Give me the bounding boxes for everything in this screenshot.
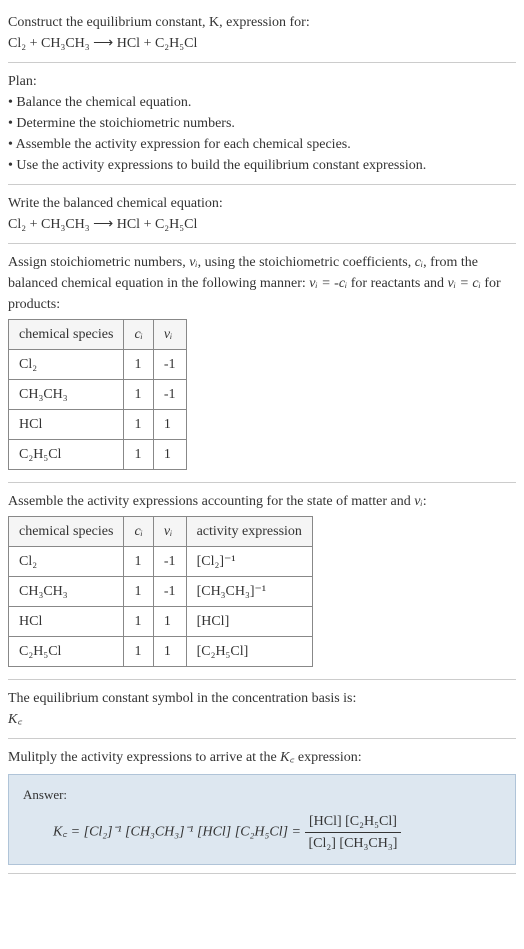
stoich-h3: νᵢ	[153, 320, 186, 350]
plan-item-2: • Determine the stoichiometric numbers.	[8, 113, 516, 134]
species-cell: C₂H₅Cl	[9, 637, 124, 667]
activity-title-nu: νᵢ	[414, 494, 422, 509]
c-cell: 1	[124, 547, 153, 577]
species-cell: CH₃CH₃	[9, 380, 124, 410]
table-row: C₂H₅Cl 1 1 [C₂H₅Cl]	[9, 637, 313, 667]
fraction-numerator: [HCl] [C₂H₅Cl]	[305, 811, 402, 833]
c-cell: 1	[124, 637, 153, 667]
nu-i: νᵢ	[189, 255, 197, 270]
table-row: CH₃CH₃ 1 -1	[9, 380, 187, 410]
prompt-line1: Construct the equilibrium constant, K, e…	[8, 12, 516, 33]
nu-cell: -1	[153, 380, 186, 410]
stoich-intro-pre: Assign stoichiometric numbers,	[8, 255, 189, 270]
c-cell: 1	[124, 350, 153, 380]
stoich-h2: cᵢ	[124, 320, 153, 350]
answer-label: Answer:	[23, 785, 501, 805]
ae-cell: [CH₃CH₃]⁻¹	[186, 577, 312, 607]
nu-cell: 1	[153, 410, 186, 440]
prompt-text-pre: Construct the equilibrium constant, K, e…	[8, 15, 310, 30]
activity-h2: cᵢ	[124, 517, 153, 547]
plan-title: Plan:	[8, 71, 516, 92]
c-cell: 1	[124, 380, 153, 410]
answer-expression: K꜀ = [Cl₂]⁻¹ [CH₃CH₃]⁻¹ [HCl] [C₂H₅Cl] =…	[23, 811, 501, 854]
ae-cell: [HCl]	[186, 607, 312, 637]
final-title-kc: K꜀	[280, 750, 294, 765]
table-row: Cl₂ 1 -1	[9, 350, 187, 380]
ae-cell: [Cl₂]⁻¹	[186, 547, 312, 577]
c-cell: 1	[124, 607, 153, 637]
stoich-section: Assign stoichiometric numbers, νᵢ, using…	[8, 244, 516, 483]
species-cell: HCl	[9, 410, 124, 440]
ae-cell: [C₂H₅Cl]	[186, 637, 312, 667]
species-cell: CH₃CH₃	[9, 577, 124, 607]
symbol-section: The equilibrium constant symbol in the c…	[8, 680, 516, 739]
activity-title-end: :	[423, 494, 427, 509]
final-title-end: expression:	[294, 750, 361, 765]
c-cell: 1	[124, 577, 153, 607]
stoich-intro-mid3: for reactants and	[347, 276, 447, 291]
activity-title-pre: Assemble the activity expressions accoun…	[8, 494, 414, 509]
nu-cell: 1	[153, 607, 186, 637]
c-i: cᵢ	[415, 255, 423, 270]
nu-cell: 1	[153, 637, 186, 667]
activity-title: Assemble the activity expressions accoun…	[8, 491, 516, 512]
stoich-intro-mid1: , using the stoichiometric coefficients,	[198, 255, 415, 270]
nu-cell: -1	[153, 577, 186, 607]
species-cell: HCl	[9, 607, 124, 637]
activity-h3: νᵢ	[153, 517, 186, 547]
table-row: HCl 1 1	[9, 410, 187, 440]
plan-item-3: • Assemble the activity expression for e…	[8, 134, 516, 155]
stoich-intro: Assign stoichiometric numbers, νᵢ, using…	[8, 252, 516, 315]
kc-expr: K꜀ = [Cl₂]⁻¹ [CH₃CH₃]⁻¹ [HCl] [C₂H₅Cl] =	[53, 824, 305, 839]
final-title: Mulitply the activity expressions to arr…	[8, 747, 516, 768]
answer-box: Answer: K꜀ = [Cl₂]⁻¹ [CH₃CH₃]⁻¹ [HCl] [C…	[8, 774, 516, 865]
table-row: HCl 1 1 [HCl]	[9, 607, 313, 637]
activity-h4: activity expression	[186, 517, 312, 547]
table-row: C₂H₅Cl 1 1	[9, 440, 187, 470]
final-title-pre: Mulitply the activity expressions to arr…	[8, 750, 280, 765]
balanced-equation: Cl₂ + CH₃CH₃ ⟶ HCl + C₂H₅Cl	[8, 214, 516, 235]
balanced-section: Write the balanced chemical equation: Cl…	[8, 185, 516, 244]
plan-section: Plan: • Balance the chemical equation. •…	[8, 63, 516, 185]
activity-section: Assemble the activity expressions accoun…	[8, 483, 516, 680]
fraction: [HCl] [C₂H₅Cl] [Cl₂] [CH₃CH₃]	[305, 811, 402, 854]
symbol-title: The equilibrium constant symbol in the c…	[8, 688, 516, 709]
nu-cell: 1	[153, 440, 186, 470]
species-cell: C₂H₅Cl	[9, 440, 124, 470]
final-section: Mulitply the activity expressions to arr…	[8, 739, 516, 874]
stoich-table: chemical species cᵢ νᵢ Cl₂ 1 -1 CH₃CH₃ 1…	[8, 319, 187, 470]
species-cell: Cl₂	[9, 350, 124, 380]
nu-cell: -1	[153, 547, 186, 577]
nu-cell: -1	[153, 350, 186, 380]
table-row: CH₃CH₃ 1 -1 [CH₃CH₃]⁻¹	[9, 577, 313, 607]
balanced-title: Write the balanced chemical equation:	[8, 193, 516, 214]
stoich-eq1: νᵢ = -cᵢ	[309, 276, 347, 291]
table-row: Cl₂ 1 -1 [Cl₂]⁻¹	[9, 547, 313, 577]
kc-symbol: K꜀	[8, 709, 516, 730]
prompt-equation: Cl₂ + CH₃CH₃ ⟶ HCl + C₂H₅Cl	[8, 33, 516, 54]
c-cell: 1	[124, 440, 153, 470]
plan-item-1: • Balance the chemical equation.	[8, 92, 516, 113]
table-header-row: chemical species cᵢ νᵢ activity expressi…	[9, 517, 313, 547]
fraction-denominator: [Cl₂] [CH₃CH₃]	[305, 833, 402, 854]
activity-table: chemical species cᵢ νᵢ activity expressi…	[8, 516, 313, 667]
c-cell: 1	[124, 410, 153, 440]
species-cell: Cl₂	[9, 547, 124, 577]
activity-h1: chemical species	[9, 517, 124, 547]
stoich-eq2: νᵢ = cᵢ	[448, 276, 481, 291]
prompt-section: Construct the equilibrium constant, K, e…	[8, 4, 516, 63]
table-header-row: chemical species cᵢ νᵢ	[9, 320, 187, 350]
stoich-h1: chemical species	[9, 320, 124, 350]
plan-item-4: • Use the activity expressions to build …	[8, 155, 516, 176]
